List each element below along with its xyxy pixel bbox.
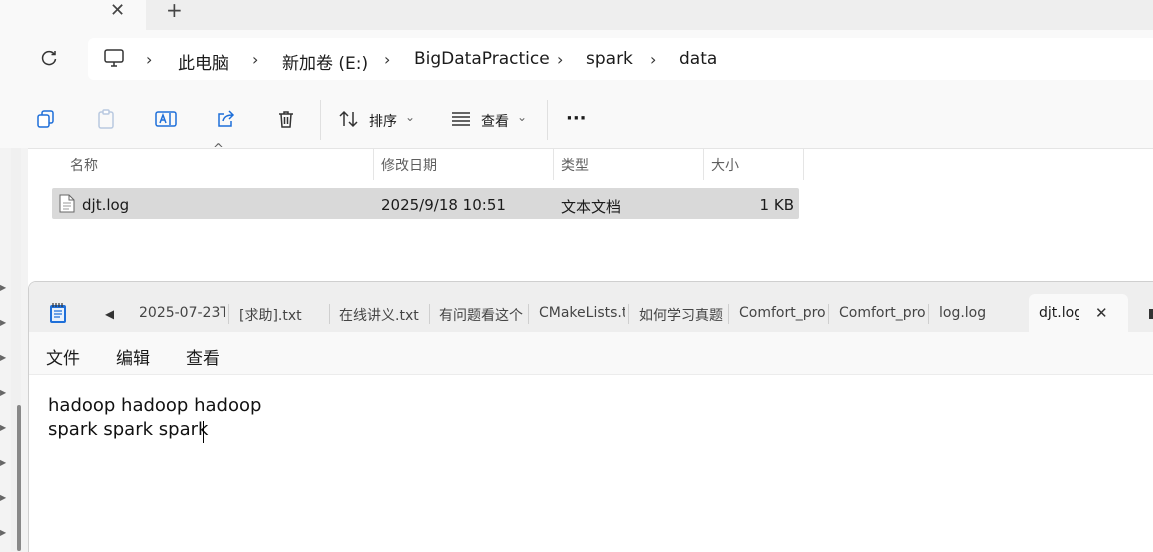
tab-separator bbox=[828, 304, 829, 324]
toolbar-divider bbox=[547, 100, 548, 140]
tab-item[interactable]: 在线讲义.txt bbox=[339, 305, 429, 325]
this-pc-icon bbox=[103, 48, 125, 68]
file-size: 1 KB bbox=[759, 196, 794, 214]
expand-arrow-icon[interactable]: ▶ bbox=[0, 423, 6, 432]
tab-separator bbox=[728, 304, 729, 324]
tab-item[interactable]: log.log bbox=[939, 305, 1019, 321]
column-separator[interactable] bbox=[803, 148, 804, 180]
column-separator[interactable] bbox=[703, 148, 704, 180]
tab-separator bbox=[228, 304, 229, 324]
view-dropdown-chevron-icon[interactable]: ⌄ bbox=[517, 110, 527, 124]
column-separator[interactable] bbox=[553, 148, 554, 180]
breadcrumb-drive-e[interactable]: 新加卷 (E:) bbox=[282, 49, 368, 74]
scroll-tabs-left-icon[interactable]: ◀ bbox=[105, 307, 114, 321]
tab-separator bbox=[928, 304, 929, 324]
copy-icon[interactable] bbox=[35, 108, 57, 130]
breadcrumb-spark[interactable]: spark bbox=[586, 49, 633, 69]
tab-separator bbox=[628, 304, 629, 324]
expand-arrow-icon[interactable]: ▶ bbox=[0, 528, 6, 537]
refresh-icon[interactable] bbox=[39, 48, 59, 68]
column-header-size[interactable]: 大小 bbox=[711, 155, 739, 175]
chevron-right-icon[interactable]: › bbox=[557, 50, 563, 69]
chevron-right-icon[interactable]: › bbox=[252, 50, 258, 69]
text-caret bbox=[203, 421, 204, 443]
toolbar-divider bbox=[320, 100, 321, 140]
text-file-icon bbox=[59, 194, 75, 213]
tab-overflow-icon[interactable] bbox=[1149, 309, 1153, 319]
column-header-modified[interactable]: 修改日期 bbox=[381, 155, 437, 175]
view-button[interactable]: 查看 bbox=[481, 111, 509, 131]
tab-item[interactable]: Comfort_pro bbox=[739, 305, 825, 321]
file-name[interactable]: djt.log bbox=[82, 196, 129, 214]
chevron-right-icon[interactable]: › bbox=[650, 50, 656, 69]
notepad-app-icon bbox=[48, 302, 68, 324]
menu-file[interactable]: 文件 bbox=[46, 344, 80, 369]
delete-icon[interactable] bbox=[275, 108, 297, 130]
file-type: 文本文档 bbox=[561, 198, 622, 216]
file-modified: 2025/9/18 10:51 bbox=[381, 196, 506, 214]
tab-item[interactable]: 有问题看这个 bbox=[439, 305, 525, 325]
sort-button[interactable]: 排序 bbox=[369, 111, 397, 131]
text-line[interactable]: spark spark spark bbox=[48, 419, 208, 440]
text-line[interactable]: hadoop hadoop hadoop bbox=[48, 395, 261, 416]
column-header-type[interactable]: 类型 bbox=[561, 155, 589, 175]
tab-item[interactable]: [求助].txt bbox=[239, 305, 329, 325]
expand-arrow-icon[interactable]: ▶ bbox=[0, 388, 6, 397]
menu-edit[interactable]: 编辑 bbox=[116, 344, 150, 369]
expand-arrow-icon[interactable]: ▶ bbox=[0, 318, 6, 327]
tab-item[interactable]: Comfort_pro bbox=[839, 305, 925, 321]
chevron-right-icon[interactable]: › bbox=[146, 50, 152, 69]
tab-separator bbox=[528, 304, 529, 324]
navigation-pane-scroll-thumb[interactable] bbox=[17, 405, 21, 551]
sort-icon[interactable] bbox=[338, 108, 360, 130]
column-header-name[interactable]: 名称 bbox=[70, 155, 98, 175]
tab-separator bbox=[329, 304, 330, 324]
sort-dropdown-chevron-icon[interactable]: ⌄ bbox=[405, 110, 415, 124]
close-tab-icon[interactable]: ✕ bbox=[110, 2, 125, 20]
expand-arrow-icon[interactable]: ▶ bbox=[0, 353, 6, 362]
expand-arrow-icon[interactable]: ▶ bbox=[0, 493, 6, 502]
chevron-right-icon[interactable]: › bbox=[384, 50, 390, 69]
share-icon[interactable] bbox=[215, 108, 237, 130]
breadcrumb-data[interactable]: data bbox=[679, 49, 717, 69]
tab-separator bbox=[429, 304, 430, 324]
sort-ascending-icon: ^ bbox=[213, 142, 224, 157]
active-tab-label[interactable]: djt.log bbox=[1039, 305, 1079, 321]
notepad-window: ◀ 2025-07-23T [求助].txt 在线讲义.txt 有问题看这个 C… bbox=[28, 281, 1153, 552]
expand-arrow-icon[interactable]: ▶ bbox=[0, 283, 6, 292]
new-tab-icon[interactable]: + bbox=[166, 0, 183, 20]
breadcrumb-bigdatapractice[interactable]: BigDataPractice bbox=[414, 49, 550, 69]
tab-item[interactable]: 如何学习真题 bbox=[639, 305, 725, 325]
paste-icon[interactable] bbox=[95, 108, 117, 130]
column-separator[interactable] bbox=[373, 148, 374, 180]
view-icon[interactable] bbox=[450, 108, 472, 130]
tab-item[interactable]: 2025-07-23T bbox=[139, 305, 225, 321]
rename-icon[interactable] bbox=[155, 108, 177, 130]
menu-view[interactable]: 查看 bbox=[186, 344, 220, 369]
breadcrumb-this-pc[interactable]: 此电脑 bbox=[178, 49, 229, 74]
close-tab-icon[interactable]: ✕ bbox=[1095, 304, 1108, 322]
more-options-icon[interactable]: ··· bbox=[566, 108, 587, 129]
tab-item[interactable]: CMakeLists.t bbox=[539, 305, 625, 321]
expand-arrow-icon[interactable]: ▶ bbox=[0, 458, 6, 467]
